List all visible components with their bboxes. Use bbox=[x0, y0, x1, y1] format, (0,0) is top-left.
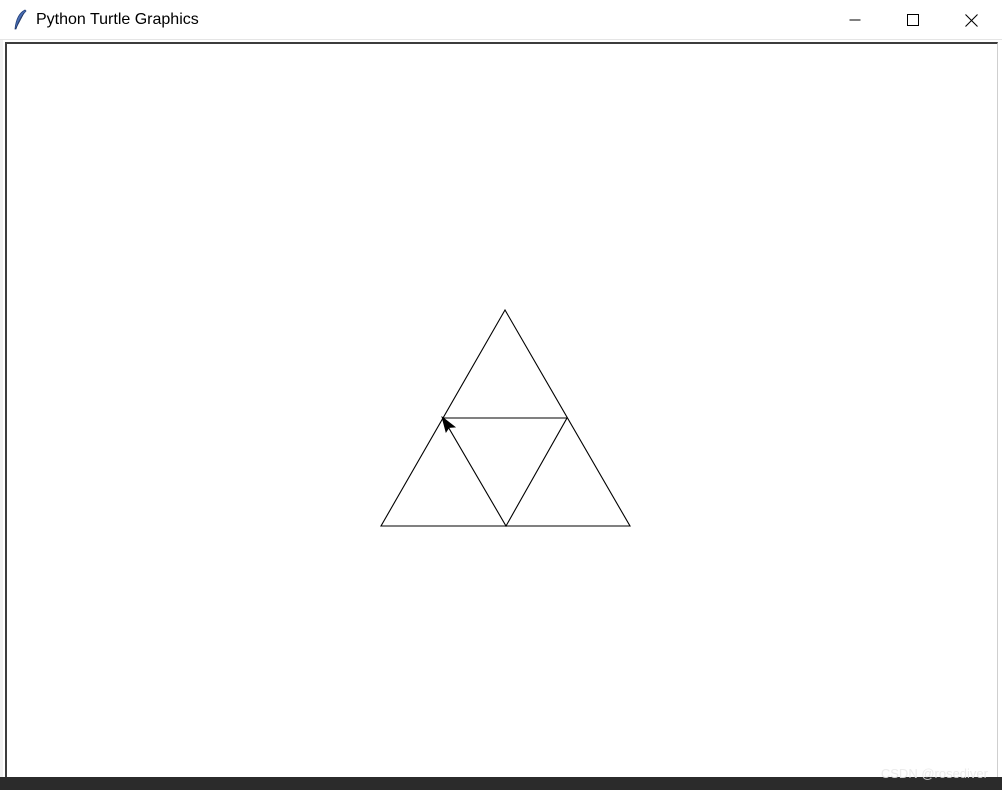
turtle-window: Python Turtle Graphics CSDN @rosediver bbox=[0, 0, 1002, 790]
taskbar-edge bbox=[0, 777, 1002, 790]
inner-triangle bbox=[442, 417, 568, 528]
watermark-text: CSDN @rosediver bbox=[880, 766, 988, 781]
sierpinski-triangle bbox=[380, 308, 631, 528]
turtle-drawing bbox=[380, 308, 631, 528]
arrow-cursor bbox=[441, 415, 457, 433]
